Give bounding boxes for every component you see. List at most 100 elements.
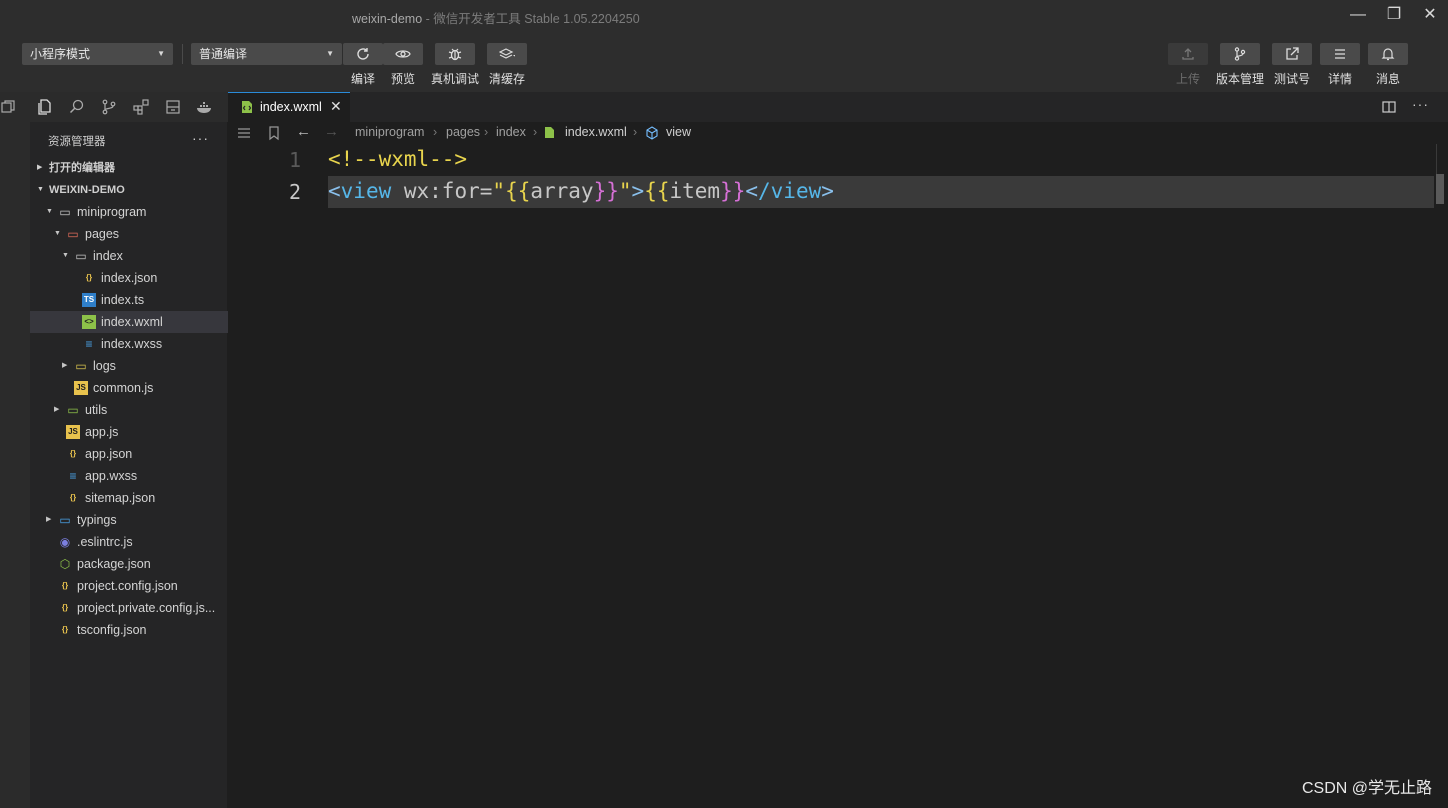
json-file-icon: {} <box>69 493 77 502</box>
bug-icon <box>448 48 462 61</box>
branch-icon <box>1234 47 1246 61</box>
details-button[interactable] <box>1320 43 1360 65</box>
chevron-down-icon[interactable]: ▼ <box>54 223 61 245</box>
tree-item[interactable]: {} project.private.config.js... <box>30 597 228 619</box>
code-token: {{ <box>505 179 531 203</box>
code-token: array <box>530 179 594 203</box>
chevron-down-icon: ▼ <box>326 49 334 58</box>
tree-item[interactable]: ▼ ▭ pages <box>30 223 228 245</box>
chevron-down-icon: ▼ <box>157 49 165 58</box>
code-token: " <box>618 179 632 203</box>
open-editors-label: 打开的编辑器 <box>49 162 115 174</box>
code-line-2[interactable]: <view wx:for="{{array}}">{{item}}</view> <box>328 179 834 203</box>
js-file-icon: JS <box>66 425 80 439</box>
search-icon[interactable] <box>68 98 86 116</box>
tree-item-label: sitemap.json <box>85 491 156 505</box>
tree-item-label: tsconfig.json <box>77 623 147 637</box>
tree-item[interactable]: JS app.js <box>30 421 228 443</box>
code-token: }} <box>720 179 746 203</box>
forward-arrow-icon[interactable]: → <box>324 123 339 140</box>
scrollbar-thumb[interactable] <box>1436 174 1444 204</box>
minimize-button[interactable]: — <box>1345 4 1371 26</box>
tree-item[interactable]: {} sitemap.json <box>30 487 228 509</box>
bell-icon <box>1381 48 1395 61</box>
close-icon[interactable]: ✕ <box>330 98 342 115</box>
more-actions-icon[interactable]: ··· <box>192 130 209 146</box>
tab-index-wxml[interactable]: index.wxml ✕ <box>228 92 350 122</box>
tree-item[interactable]: ▼ ▭ index <box>30 245 228 267</box>
tree-item-label: utils <box>85 403 108 417</box>
wxml-file-icon: <> <box>82 315 96 329</box>
messages-button[interactable] <box>1368 43 1408 65</box>
chevron-right-icon[interactable]: ▶ <box>46 509 51 531</box>
ts-file-icon: TS <box>82 293 96 307</box>
tree-item[interactable]: ▶ ▭ utils <box>30 399 228 421</box>
code-token: < <box>745 179 759 203</box>
simulator-toggle-icon[interactable] <box>0 98 18 116</box>
extensions-icon[interactable] <box>132 98 150 116</box>
preview-button[interactable] <box>383 43 423 65</box>
open-editors-section[interactable]: ▶ 打开的编辑器 <box>30 157 228 179</box>
tree-item[interactable]: <> index.wxml <box>30 311 228 333</box>
cloud-dev-icon[interactable] <box>164 98 182 116</box>
chevron-right-icon[interactable]: ▶ <box>54 399 59 421</box>
explorer-icon[interactable] <box>36 98 54 116</box>
tree-item[interactable]: {} app.json <box>30 443 228 465</box>
compile-button[interactable] <box>343 43 383 65</box>
tree-item[interactable]: ▶ ▭ typings <box>30 509 228 531</box>
toolbar-divider <box>182 44 183 64</box>
tree-item-label: index <box>93 249 123 263</box>
version-control-button[interactable] <box>1220 43 1260 65</box>
upload-icon <box>1182 48 1194 60</box>
compile-mode-select[interactable]: 普通编译 ▼ <box>191 43 342 65</box>
project-name: weixin-demo <box>352 12 423 26</box>
wxml-file-icon <box>545 127 554 138</box>
breadcrumb-item-index[interactable]: index <box>496 125 526 139</box>
maximize-button[interactable]: ❐ <box>1381 4 1407 26</box>
tree-item[interactable]: ◉ .eslintrc.js <box>30 531 228 553</box>
folder-icon: ▭ <box>59 205 71 219</box>
chevron-down-icon[interactable]: ▼ <box>46 201 53 223</box>
tree-item[interactable]: ≡ app.wxss <box>30 465 228 487</box>
docker-icon[interactable] <box>196 98 214 116</box>
breadcrumb-item-pages[interactable]: pages <box>446 125 480 139</box>
outline-list-icon[interactable] <box>236 125 252 141</box>
breadcrumb-item-file[interactable]: index.wxml <box>565 125 627 139</box>
clear-cache-button[interactable] <box>487 43 527 65</box>
code-line-1[interactable]: <!--wxml--> <box>328 147 467 171</box>
tree-item[interactable]: {} project.config.json <box>30 575 228 597</box>
json-file-icon: {} <box>61 603 69 612</box>
remote-debug-button[interactable] <box>435 43 475 65</box>
tree-item[interactable]: TS index.ts <box>30 289 228 311</box>
editor-more-actions-icon[interactable]: ··· <box>1412 96 1429 112</box>
source-control-icon[interactable] <box>100 98 118 116</box>
bookmark-icon[interactable] <box>266 125 282 141</box>
close-window-button[interactable]: ✕ <box>1417 4 1443 26</box>
project-section[interactable]: ▼ WEIXIN-DEMO <box>30 179 228 201</box>
breadcrumb-item-miniprogram[interactable]: miniprogram <box>355 125 424 139</box>
tree-item[interactable]: {} index.json <box>30 267 228 289</box>
tree-item[interactable]: ≡ index.wxss <box>30 333 228 355</box>
json-file-icon: {} <box>85 273 93 282</box>
split-editor-icon[interactable] <box>1381 99 1397 115</box>
element-cube-icon <box>646 126 658 140</box>
breadcrumb: ← → miniprogram › pages › index › index.… <box>228 122 1448 144</box>
tree-item[interactable]: JS common.js <box>30 377 228 399</box>
json-file-icon: {} <box>61 581 69 590</box>
code-editor[interactable]: 1 2 <!--wxml--> <view wx:for="{{array}}"… <box>228 144 1448 808</box>
title-bar: weixin-demo - 微信开发者工具 Stable 1.05.220425… <box>0 0 1448 32</box>
mode-select[interactable]: 小程序模式 ▼ <box>22 43 173 65</box>
breadcrumb-item-view[interactable]: view <box>666 125 691 139</box>
upload-button[interactable] <box>1168 43 1208 65</box>
code-token: wx:for <box>391 179 480 203</box>
test-account-button[interactable] <box>1272 43 1312 65</box>
tree-item[interactable]: ⬡ package.json <box>30 553 228 575</box>
tree-item[interactable]: ▼ ▭ miniprogram <box>30 201 228 223</box>
tree-item[interactable]: {} tsconfig.json <box>30 619 228 641</box>
utils-folder-icon: ▭ <box>67 403 79 417</box>
chevron-right-icon[interactable]: ▶ <box>62 355 67 377</box>
app-version: - 微信开发者工具 Stable 1.05.2204250 <box>425 12 640 26</box>
chevron-down-icon[interactable]: ▼ <box>62 245 69 267</box>
tree-item[interactable]: ▶ ▭ logs <box>30 355 228 377</box>
back-arrow-icon[interactable]: ← <box>296 123 311 140</box>
